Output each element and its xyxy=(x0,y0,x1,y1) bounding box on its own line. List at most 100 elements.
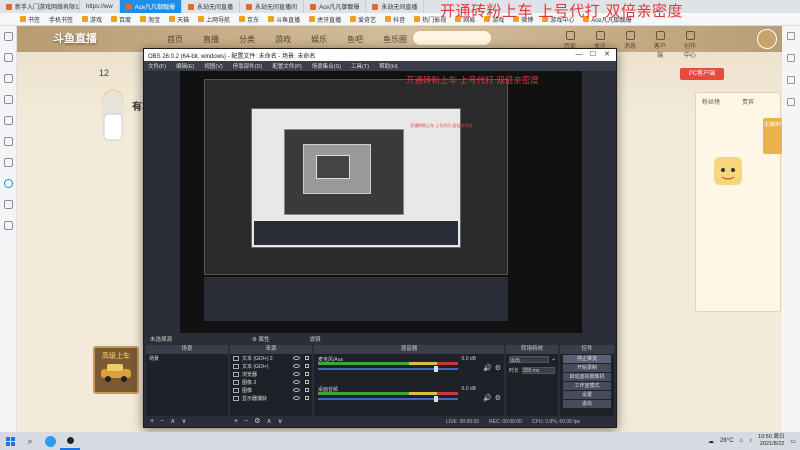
bookmark[interactable]: 京东 xyxy=(239,15,259,24)
eye-icon[interactable] xyxy=(293,396,300,400)
lock-icon[interactable] xyxy=(305,364,309,368)
menu-help[interactable]: 帮助(H) xyxy=(379,62,398,70)
virtual-camera-button[interactable]: 启动虚拟摄像机 xyxy=(563,373,611,381)
bookmark[interactable]: 虎牙直播 xyxy=(309,15,341,24)
source-item[interactable]: 文本 (GDI+) 2 xyxy=(230,354,312,362)
start-button[interactable] xyxy=(0,432,20,450)
speaker-icon[interactable]: 🔊 xyxy=(483,364,492,372)
source-item[interactable]: 浏览器 xyxy=(230,370,312,378)
creator-button[interactable]: 创作中心 xyxy=(682,31,698,59)
browser-tab[interactable]: 永劫无间直播间 xyxy=(240,0,305,13)
exit-button[interactable]: 退出 xyxy=(563,400,611,408)
bookmark[interactable]: 上网导航 xyxy=(198,15,230,24)
bookmark[interactable]: 斗鱼直播 xyxy=(268,15,300,24)
promo-card[interactable]: 高级上车 xyxy=(93,346,139,394)
volume-slider-handle[interactable] xyxy=(434,366,438,372)
site-search-input[interactable] xyxy=(412,30,492,46)
search-icon[interactable] xyxy=(3,74,13,83)
chat-icon[interactable] xyxy=(3,158,13,167)
nav-item[interactable]: 鱼吧 xyxy=(347,34,363,45)
browser-tab[interactable]: Ace凡凡御靓爆 xyxy=(304,0,367,13)
scroll-up-icon[interactable] xyxy=(787,32,795,40)
volume-slider-handle[interactable] xyxy=(434,396,438,402)
source-item[interactable]: 显示器捕获 xyxy=(230,394,312,402)
notification-icon[interactable]: ▭ xyxy=(790,438,796,445)
nav-item[interactable]: 直播 xyxy=(203,34,219,45)
speaker-icon[interactable]: 🔊 xyxy=(483,394,492,402)
close-icon[interactable]: ✕ xyxy=(600,49,614,61)
lock-icon[interactable] xyxy=(305,380,309,384)
transition-select[interactable]: 淡出 xyxy=(509,356,550,364)
source-item[interactable]: 文本 (GDI+) xyxy=(230,362,312,370)
vip-label[interactable]: 贵宾 xyxy=(742,97,754,106)
filters-button[interactable]: 滤镜 xyxy=(309,335,320,343)
browser-tab[interactable]: 新手入门游戏网络有限公司 xyxy=(0,0,80,13)
gear-icon[interactable]: ⚙ xyxy=(495,364,501,372)
volume-icon[interactable]: ♪ xyxy=(749,438,752,444)
bookmark[interactable]: 淘宝 xyxy=(140,15,160,24)
browser-tab-active[interactable]: Ace凡凡御靓爆 xyxy=(119,0,183,13)
menu-edit[interactable]: 编辑(E) xyxy=(176,62,194,70)
weather-icon[interactable]: ☁ xyxy=(708,438,714,445)
start-recording-button[interactable]: 开始录制 xyxy=(563,364,611,372)
menu-scene-collection[interactable]: 场景集合(S) xyxy=(312,62,341,70)
client-button[interactable]: 客户端 xyxy=(652,31,668,59)
bookmark[interactable]: 爱奇艺 xyxy=(350,15,376,24)
fan-rank-label[interactable]: 粉丝榜 xyxy=(702,97,720,106)
clock[interactable]: 10:50 周日 2021/8/22 xyxy=(758,434,784,448)
tools-icon[interactable] xyxy=(3,221,13,230)
source-item[interactable]: 图像 3 xyxy=(230,378,312,386)
add-icon[interactable]: + xyxy=(552,357,555,363)
collections-icon[interactable] xyxy=(3,32,13,41)
eye-icon[interactable] xyxy=(293,356,300,360)
duration-input[interactable]: 300 ms xyxy=(522,367,555,374)
gear-icon[interactable]: ⚙ xyxy=(495,394,501,402)
minimize-icon[interactable]: — xyxy=(572,49,586,61)
nav-item[interactable]: 首页 xyxy=(167,34,183,45)
bookmark[interactable]: 书签 xyxy=(20,15,40,24)
lock-icon[interactable] xyxy=(305,372,309,376)
obs-preview-canvas[interactable]: 开通砖粉上车 上号代打 双倍亲密度 xyxy=(180,71,582,333)
lock-icon[interactable] xyxy=(305,396,309,400)
history-icon[interactable] xyxy=(3,53,13,62)
download-icon[interactable] xyxy=(3,95,13,104)
bookmark[interactable]: 抖音 xyxy=(385,15,405,24)
network-icon[interactable]: ⌂ xyxy=(739,438,743,444)
share-icon[interactable] xyxy=(787,54,795,62)
lock-icon[interactable] xyxy=(305,388,309,392)
back-to-top-icon[interactable] xyxy=(787,98,795,106)
eye-icon[interactable] xyxy=(293,380,300,384)
lock-icon[interactable] xyxy=(305,356,309,360)
nav-item[interactable]: 游戏 xyxy=(275,34,291,45)
bookmark[interactable]: 天猫 xyxy=(169,15,189,24)
taskbar-app-browser[interactable] xyxy=(40,432,60,450)
eye-icon[interactable] xyxy=(293,388,300,392)
nav-item[interactable]: 分类 xyxy=(239,34,255,45)
translate-icon[interactable] xyxy=(3,200,13,209)
avatar[interactable] xyxy=(757,29,777,49)
mail-icon[interactable] xyxy=(3,137,13,146)
bookmark[interactable]: 百度 xyxy=(111,15,131,24)
message-button[interactable]: 消息 xyxy=(622,31,638,59)
settings-button[interactable]: 设置 xyxy=(563,391,611,399)
site-logo[interactable]: 斗鱼直播 xyxy=(53,30,97,46)
bookmark[interactable]: 手机书签 xyxy=(49,15,73,24)
browser-tab[interactable]: 永劫无间直播 xyxy=(182,0,241,13)
menu-view[interactable]: 视图(V) xyxy=(204,62,222,70)
menu-tools[interactable]: 工具(T) xyxy=(351,62,369,70)
maximize-icon[interactable]: ☐ xyxy=(586,49,600,61)
stop-streaming-button[interactable]: 停止推流 xyxy=(563,355,611,363)
eye-icon[interactable] xyxy=(293,372,300,376)
fullscreen-icon[interactable] xyxy=(787,76,795,84)
game-icon[interactable] xyxy=(3,179,13,188)
source-item[interactable]: 图像 xyxy=(230,386,312,394)
bookmark[interactable]: 游戏 xyxy=(82,15,102,24)
pc-client-button[interactable]: PC客户端 xyxy=(680,68,724,80)
menu-file[interactable]: 文件(F) xyxy=(148,62,166,70)
scene-item[interactable]: 场景 xyxy=(146,354,228,362)
note-icon[interactable] xyxy=(3,116,13,125)
taskbar-app-obs[interactable] xyxy=(60,432,80,450)
taskbar-search[interactable]: ⌕ xyxy=(20,432,40,450)
studio-mode-button[interactable]: 工作室模式 xyxy=(563,382,611,390)
menu-profile[interactable]: 配置文件(P) xyxy=(272,62,301,70)
